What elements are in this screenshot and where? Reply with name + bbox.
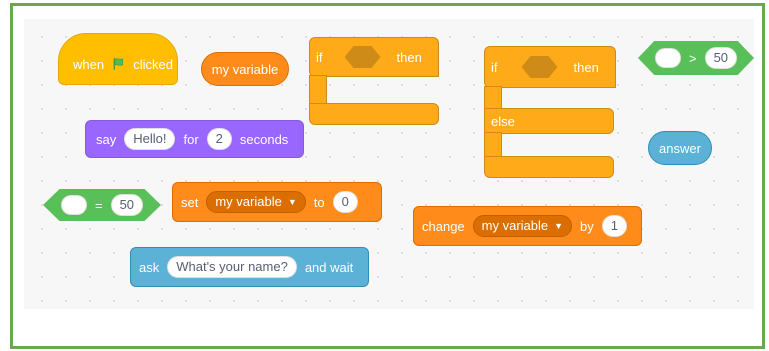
- if-else-arm-2: [484, 132, 502, 158]
- variable-name: my variable: [481, 218, 549, 233]
- right-operand-input[interactable]: 50: [110, 194, 144, 216]
- ask-label: ask: [139, 259, 160, 275]
- value-input[interactable]: 1: [601, 215, 628, 237]
- set-variable-block[interactable]: set my variable ▼ to 0: [172, 182, 382, 222]
- left-operand-slot[interactable]: [60, 195, 87, 215]
- left-operand-slot[interactable]: [654, 48, 681, 68]
- when-flag-clicked-block[interactable]: when clicked: [58, 33, 178, 85]
- if-then-block[interactable]: if then: [309, 37, 442, 127]
- variable-dropdown[interactable]: my variable ▼: [472, 215, 573, 237]
- to-label: to: [313, 194, 325, 210]
- then-label: then: [396, 49, 422, 65]
- operator-symbol: =: [94, 197, 103, 213]
- then-label: then: [573, 59, 599, 75]
- else-label: else: [491, 113, 515, 129]
- seconds-label: seconds: [239, 131, 289, 147]
- ask-and-wait-block[interactable]: ask What's your name? and wait: [130, 247, 369, 287]
- if-else-bottom: [484, 156, 614, 178]
- seconds-input[interactable]: 2: [206, 128, 232, 150]
- if-then-else-block[interactable]: if then else: [484, 46, 619, 181]
- dropdown-caret-icon: ▼: [554, 221, 564, 231]
- if-then-top: if then: [309, 37, 439, 77]
- if-else-top: if then: [484, 46, 616, 88]
- change-variable-block[interactable]: change my variable ▼ by 1: [413, 206, 642, 246]
- say-label: say: [96, 131, 117, 147]
- green-flag-icon: [113, 58, 124, 70]
- variable-dropdown[interactable]: my variable ▼: [206, 191, 306, 213]
- variable-name: my variable: [215, 194, 282, 209]
- if-label: if: [491, 59, 498, 75]
- reporter-label: my variable: [211, 61, 279, 77]
- block-text: when: [73, 56, 105, 72]
- if-then-bottom: [309, 103, 439, 125]
- greater-than-operator[interactable]: > 50: [638, 41, 754, 75]
- for-label: for: [183, 131, 199, 147]
- by-label: by: [580, 218, 594, 234]
- reporter-label: answer: [659, 140, 701, 156]
- and-wait-label: and wait: [304, 259, 354, 275]
- my-variable-reporter[interactable]: my variable: [201, 52, 289, 86]
- question-input[interactable]: What's your name?: [167, 256, 297, 278]
- set-label: set: [181, 194, 199, 210]
- empty-boolean-slot[interactable]: [344, 46, 381, 68]
- empty-boolean-slot[interactable]: [521, 56, 558, 78]
- equals-operator[interactable]: = 50: [43, 189, 161, 221]
- operator-symbol: >: [688, 50, 697, 66]
- value-input[interactable]: 0: [332, 191, 358, 213]
- if-label: if: [316, 49, 323, 65]
- code-workspace[interactable]: when clicked my variable if then if then…: [24, 19, 754, 309]
- block-text: clicked: [133, 56, 173, 72]
- change-label: change: [422, 218, 465, 234]
- answer-reporter[interactable]: answer: [648, 131, 712, 165]
- say-for-seconds-block[interactable]: say Hello! for 2 seconds: [85, 120, 304, 158]
- else-section: else: [484, 108, 614, 134]
- dropdown-caret-icon: ▼: [287, 197, 297, 207]
- message-input[interactable]: Hello!: [124, 128, 176, 150]
- if-then-arm: [309, 75, 327, 105]
- right-operand-input[interactable]: 50: [704, 47, 738, 69]
